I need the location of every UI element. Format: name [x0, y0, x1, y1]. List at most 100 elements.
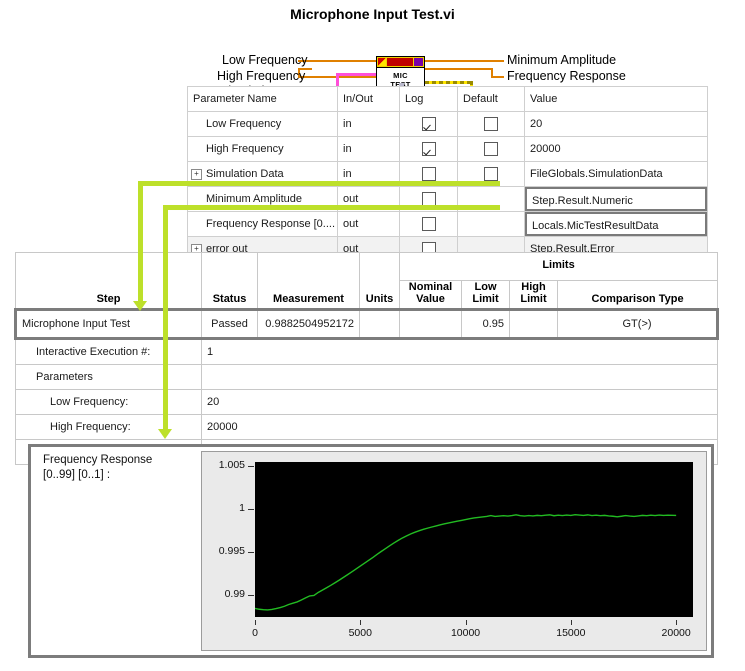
log-checkbox[interactable]: [422, 142, 436, 156]
wire-minimum-amplitude: [425, 60, 504, 62]
results-key-value: 20: [202, 390, 718, 415]
default-checkbox[interactable]: [484, 117, 498, 131]
parameter-name-label: Low Frequency: [206, 118, 281, 130]
result-high-limit: [510, 310, 558, 339]
wire-frequency-response-h1: [425, 68, 493, 70]
parameter-row[interactable]: Low Frequencyin20: [188, 112, 708, 137]
x-axis-tick-label: 20000: [651, 627, 701, 639]
parameter-name-cell[interactable]: Low Frequency: [188, 112, 338, 137]
results-row[interactable]: Microphone Input TestPassed0.98825049521…: [16, 310, 718, 339]
parameter-row[interactable]: High Frequencyin20000: [188, 137, 708, 162]
param-col-log: Log: [400, 87, 458, 112]
frequency-response-panel: Frequency Response [0..99] [0..1] : 0.99…: [28, 444, 714, 658]
results-key-label: Interactive Execution #:: [16, 339, 202, 365]
parameter-value-cell[interactable]: 20000: [525, 137, 708, 162]
y-axis-tick-mark: [248, 509, 254, 510]
param-col-name: Parameter Name: [188, 87, 338, 112]
chart-panel-label: Frequency Response [0..99] [0..1] :: [43, 453, 183, 483]
results-col-comparison-type: Comparison Type: [558, 281, 718, 310]
results-row[interactable]: High Frequency:20000: [16, 415, 718, 440]
results-row[interactable]: Low Frequency:20: [16, 390, 718, 415]
frequency-response-link-horizontal: [163, 205, 500, 210]
parameter-default-cell[interactable]: [458, 112, 525, 137]
results-key-value: 20000: [202, 415, 718, 440]
log-checkbox[interactable]: [422, 167, 436, 181]
log-checkbox[interactable]: [422, 192, 436, 206]
parameter-name-cell[interactable]: High Frequency: [188, 137, 338, 162]
parameter-value-text: 20: [530, 118, 542, 130]
results-key-label: Low Frequency:: [16, 390, 202, 415]
parameter-value-text: 20000: [530, 143, 561, 155]
minimum-amplitude-link-arrowhead: [133, 301, 147, 311]
parameter-default-cell[interactable]: [458, 137, 525, 162]
result-nominal-value: [400, 310, 462, 339]
results-section-label: Parameters: [16, 365, 202, 390]
result-status: Passed: [202, 310, 258, 339]
wire-error-out-h1: [425, 81, 473, 84]
result-low-limit: 0.95: [462, 310, 510, 339]
parameter-value-cell[interactable]: Step.Result.Numeric: [525, 187, 708, 212]
param-col-default: Default: [458, 87, 525, 112]
y-axis-tick-mark: [248, 595, 254, 596]
log-checkbox[interactable]: [422, 117, 436, 131]
parameter-inout-cell: out: [338, 212, 400, 237]
results-row[interactable]: Parameters: [16, 365, 718, 390]
results-header-group-row: Step Status Measurement Units Limits: [16, 253, 718, 281]
parameter-row[interactable]: Frequency Response [0....out Locals.MicTe…: [188, 212, 708, 237]
log-checkbox[interactable]: [422, 217, 436, 231]
diagram-label-minimum-amplitude: Minimum Amplitude: [507, 53, 616, 67]
parameter-value-field-selected[interactable]: Step.Result.Numeric: [525, 187, 707, 211]
vi-icon-banner: [377, 57, 424, 68]
plot-area[interactable]: [255, 462, 693, 617]
parameter-name-cell[interactable]: Frequency Response [0....: [188, 212, 338, 237]
vi-icon-banner-mark2: [387, 58, 413, 66]
diagram-label-low-frequency: Low Frequency: [222, 53, 307, 67]
results-key-label: High Frequency:: [16, 415, 202, 440]
graph-control[interactable]: 0.990.99511.00505000100001500020000: [201, 451, 707, 651]
y-axis-tick-label: 1: [202, 502, 245, 514]
parameter-table: Parameter Name In/Out Log Default Value …: [187, 86, 708, 262]
parameter-log-cell[interactable]: [400, 212, 458, 237]
x-axis-tick-mark: [676, 620, 677, 625]
result-measurement: 0.9882504952172: [258, 310, 360, 339]
vi-connector-diagram: Low Frequency High Frequency Simulation …: [0, 26, 745, 84]
vi-icon-line1: MIC: [377, 68, 424, 80]
parameter-log-cell[interactable]: [400, 137, 458, 162]
wire-low-frequency: [298, 60, 376, 62]
minimum-amplitude-link-horizontal: [138, 181, 500, 186]
parameter-log-cell[interactable]: [400, 112, 458, 137]
results-col-units: Units: [360, 253, 400, 310]
frequency-response-link-vertical: [163, 205, 168, 431]
results-table-container: Step Status Measurement Units Limits Nom…: [14, 252, 719, 465]
parameter-value-cell[interactable]: 20: [525, 112, 708, 137]
x-axis-tick-label: 0: [230, 627, 280, 639]
y-axis-tick-label: 0.995: [202, 545, 245, 557]
results-key-value: 1: [202, 339, 718, 365]
chart-label-line1: Frequency Response: [43, 453, 183, 468]
default-checkbox[interactable]: [484, 142, 498, 156]
chart-label-line2: [0..99] [0..1] :: [43, 468, 183, 483]
plot-line-svg: [255, 462, 693, 617]
vi-icon-banner-mark1: [378, 58, 386, 66]
frequency-response-link-arrowhead: [158, 429, 172, 439]
y-axis-tick-mark: [248, 466, 254, 467]
parameter-name-label: Frequency Response [0....: [206, 218, 335, 230]
default-checkbox[interactable]: [484, 167, 498, 181]
parameter-value-field-selected[interactable]: Locals.MicTestResultData: [525, 212, 707, 236]
parameter-value-text: FileGlobals.SimulationData: [530, 168, 663, 180]
diagram-label-high-frequency: High Frequency: [217, 69, 305, 83]
results-row[interactable]: Interactive Execution #:1: [16, 339, 718, 365]
results-col-low-limit: LowLimit: [462, 281, 510, 310]
expand-icon[interactable]: +: [191, 169, 202, 180]
parameter-value-cell[interactable]: FileGlobals.SimulationData: [525, 162, 708, 187]
parameter-default-cell[interactable]: [458, 212, 525, 237]
results-table: Step Status Measurement Units Limits Nom…: [14, 252, 719, 465]
x-axis-tick-label: 5000: [335, 627, 385, 639]
parameter-name-label: Simulation Data: [206, 168, 284, 180]
result-step-name: Microphone Input Test: [16, 310, 202, 339]
results-col-measurement: Measurement: [258, 253, 360, 310]
minimum-amplitude-link-vertical: [138, 181, 143, 303]
x-axis-tick-mark: [360, 620, 361, 625]
param-col-inout: In/Out: [338, 87, 400, 112]
parameter-value-cell[interactable]: Locals.MicTestResultData: [525, 212, 708, 237]
